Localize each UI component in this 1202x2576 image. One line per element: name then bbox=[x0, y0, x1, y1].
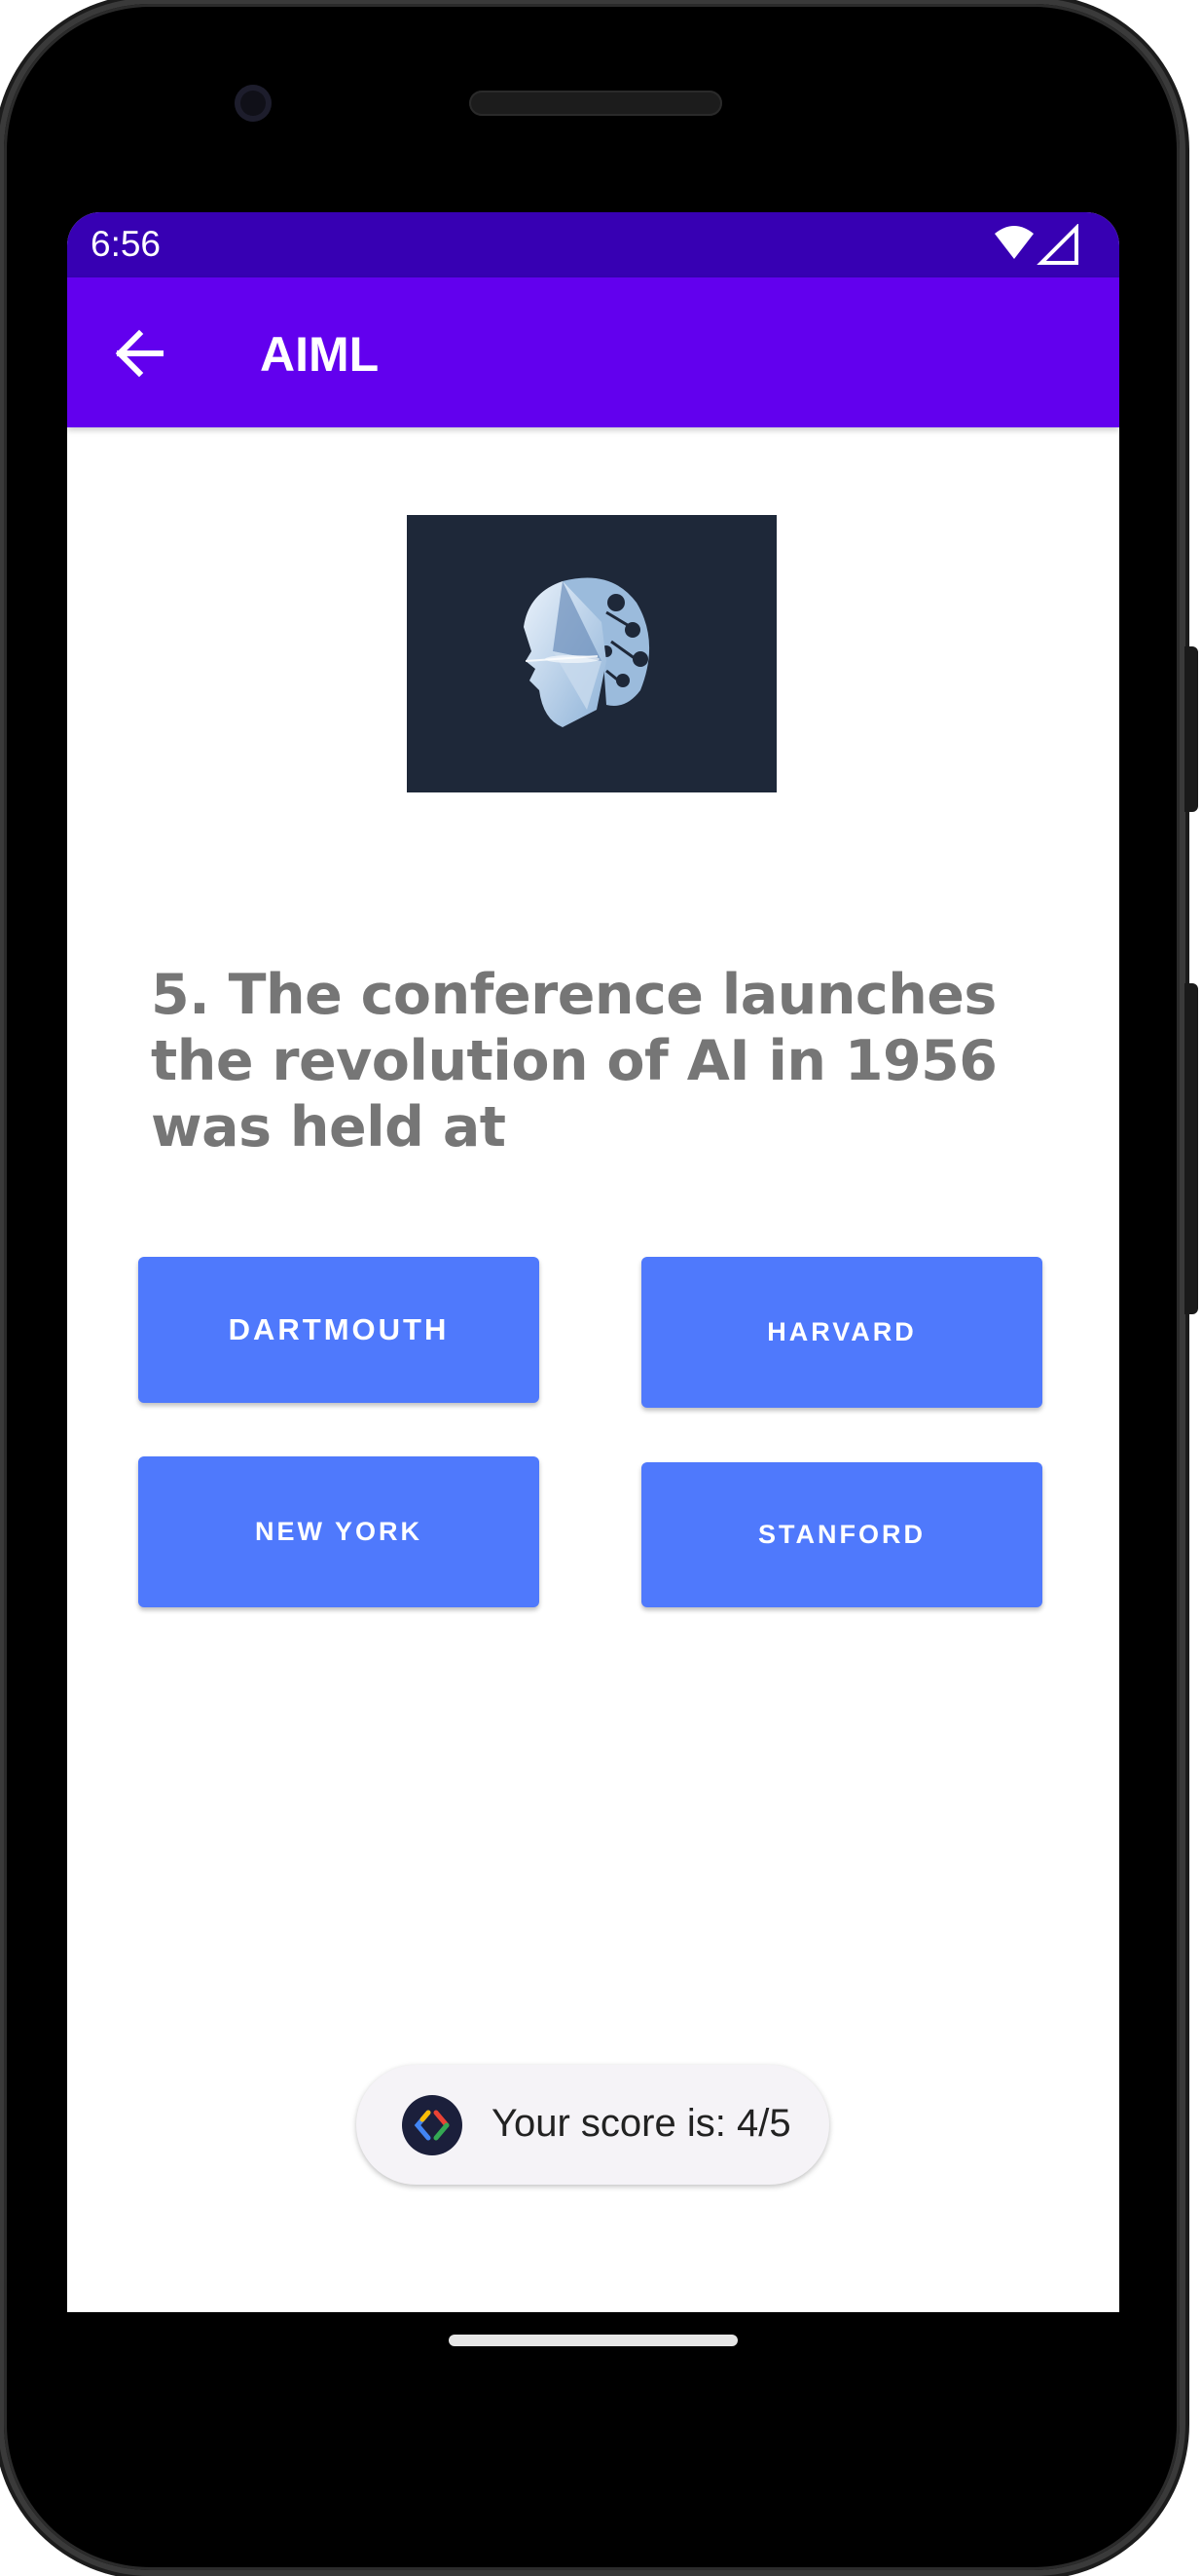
earpiece-speaker bbox=[469, 91, 722, 116]
answer-button-harvard[interactable]: HARVARD bbox=[641, 1257, 1042, 1408]
answer-button-stanford[interactable]: STANFORD bbox=[641, 1462, 1042, 1607]
wifi-icon bbox=[995, 226, 1034, 259]
question-text: 5. The conference launches the revolutio… bbox=[151, 963, 998, 1159]
ai-head-icon bbox=[524, 577, 650, 727]
app-bar: AIML bbox=[67, 277, 1119, 427]
screen: 6:56 AIML 5. The conference launches the… bbox=[67, 212, 1119, 2312]
status-icons bbox=[995, 224, 1078, 265]
score-toast: Your score is: 4/5 bbox=[356, 2065, 829, 2185]
gesture-nav-handle[interactable] bbox=[449, 2335, 738, 2346]
volume-button bbox=[1184, 983, 1198, 1314]
phone-frame: 6:56 AIML 5. The conference launches the… bbox=[0, 0, 1202, 2576]
power-button bbox=[1184, 646, 1198, 812]
status-bar: 6:56 bbox=[67, 212, 1119, 277]
app-title: AIML bbox=[260, 327, 380, 382]
cell-signal-icon bbox=[1037, 224, 1078, 265]
score-text: Your score is: 4/5 bbox=[492, 2102, 791, 2145]
answer-button-new-york[interactable]: NEW YORK bbox=[138, 1456, 539, 1607]
status-time: 6:56 bbox=[91, 224, 162, 264]
arrow-left-icon[interactable] bbox=[112, 324, 170, 383]
hero-image bbox=[407, 515, 777, 792]
front-camera bbox=[235, 85, 272, 122]
answer-button-dartmouth[interactable]: DARTMOUTH bbox=[138, 1257, 539, 1403]
app-logo-icon bbox=[402, 2095, 462, 2155]
